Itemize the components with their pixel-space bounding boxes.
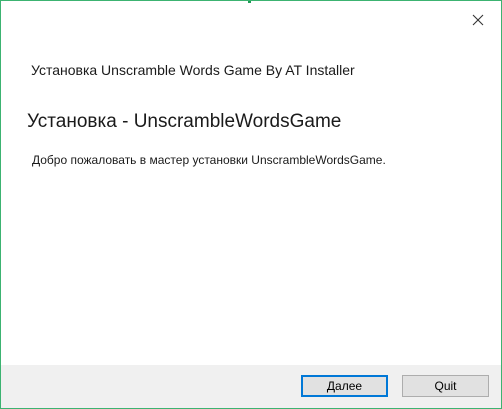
window-title: Установка Unscramble Words Game By AT In… — [31, 62, 355, 78]
welcome-text: Добро пожаловать в мастер установки Unsc… — [32, 153, 386, 167]
top-accent — [248, 1, 251, 3]
close-button[interactable] — [469, 11, 487, 29]
footer-bar: Далее Quit — [1, 365, 501, 408]
close-icon — [472, 14, 484, 26]
page-heading: Установка - UnscrambleWordsGame — [27, 111, 342, 132]
quit-button[interactable]: Quit — [402, 375, 489, 397]
next-button[interactable]: Далее — [301, 375, 388, 397]
installer-window: Установка Unscramble Words Game By AT In… — [0, 0, 502, 409]
